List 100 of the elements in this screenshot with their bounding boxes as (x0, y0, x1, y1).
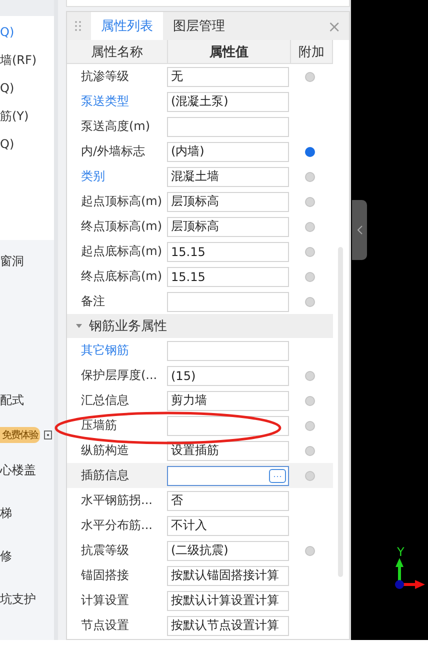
attach-radio[interactable] (305, 196, 315, 206)
attach-radio[interactable] (305, 296, 315, 306)
property-name: 终点顶标高(m) (80, 218, 164, 235)
property-row[interactable]: 锚固搭接 按默认锚固搭接计算 (67, 563, 333, 588)
value-field[interactable]: 15.15 (167, 266, 289, 286)
section-title: 钢筋业务属性 (89, 318, 167, 335)
value-field[interactable]: 15.15 (167, 242, 289, 262)
property-name: 纵筋构造 (80, 442, 130, 459)
property-row[interactable]: 起点底标高(m) 15.15 (67, 239, 333, 264)
more-button[interactable]: ··· (269, 468, 286, 482)
property-name: 水平分布筋... (80, 517, 154, 534)
value-field[interactable] (167, 416, 289, 436)
column-header: 属性值 (168, 40, 292, 63)
attach-radio[interactable] (305, 246, 315, 256)
panel-tab[interactable]: 属性列表 (91, 12, 163, 40)
value-field[interactable]: (15) (167, 366, 289, 386)
axis-gizmo-drawing (395, 556, 425, 590)
property-row[interactable]: 水平钢筋拐... 否 (67, 488, 333, 513)
attach-radio[interactable] (305, 272, 315, 282)
property-name: 压墙筋 (80, 417, 118, 434)
property-row[interactable]: 起点顶标高(m) 层顶标高 (67, 189, 333, 214)
property-row[interactable]: 节点设置 按默认节点设置计算 (67, 613, 333, 638)
value-field[interactable]: 按默认锚固搭接计算 (167, 566, 289, 586)
column-header: 附加 (291, 40, 333, 63)
value-field[interactable] (167, 340, 289, 360)
scrollbar-thumb[interactable] (338, 247, 343, 577)
attach-radio[interactable] (305, 420, 315, 430)
value-field[interactable] (167, 292, 289, 312)
attach-radio[interactable] (305, 446, 315, 456)
value-field[interactable]: 无 (167, 66, 289, 86)
trial-badge[interactable]: 免费体验 (0, 427, 40, 443)
property-link[interactable]: 泵送类型 (67, 93, 167, 110)
value-field[interactable]: 按默认计算设置计算 (167, 590, 289, 610)
value-field[interactable]: 不计入 (167, 516, 289, 536)
sidebar-item[interactable]: 梯 (0, 504, 54, 522)
property-row[interactable]: 终点底标高(m) 15.15 (67, 264, 333, 289)
attach-radio[interactable] (305, 396, 315, 406)
property-row[interactable]: 压墙筋 (67, 413, 333, 438)
attach-radio[interactable] (305, 470, 315, 480)
sidebar-item[interactable]: Q) (0, 136, 54, 153)
property-name: 终点底标高(m) (80, 268, 164, 285)
property-row[interactable]: 泵送类型 (混凝土泵) (67, 89, 333, 114)
sidebar-item[interactable]: 筋(Y) (0, 108, 54, 125)
value-field[interactable]: 剪力墙 (167, 390, 289, 410)
sidebar-item[interactable]: 窗洞 (0, 252, 54, 270)
collapse-tab[interactable] (352, 200, 367, 260)
drag-handle-icon[interactable] (75, 20, 81, 32)
property-row[interactable]: 抗震等级 (二级抗震) (67, 538, 333, 563)
sidebar-item[interactable]: 墙(RF) (0, 52, 54, 69)
value-field[interactable]: (混凝土泵) (167, 92, 289, 112)
property-name: 起点底标高(m) (80, 243, 164, 260)
attach-radio[interactable] (305, 146, 315, 156)
panel-tab[interactable]: 图层管理 (163, 12, 235, 40)
property-row[interactable]: 备注 (67, 289, 333, 314)
attach-radio[interactable] (305, 222, 315, 232)
property-row[interactable]: 插筋信息 ··· (67, 463, 333, 488)
property-row[interactable]: 计算设置 按默认计算设置计算 (67, 588, 333, 613)
property-row[interactable]: 内/外墙标志 (内墙) (67, 139, 333, 164)
property-row[interactable]: 类别 混凝土墙 (67, 164, 333, 189)
property-link[interactable]: 类别 (67, 168, 167, 185)
property-name: 起点顶标高(m) (80, 193, 164, 210)
property-name: 内/外墙标志 (80, 143, 146, 160)
property-name: 备注 (80, 293, 106, 310)
collapse-triangle-icon[interactable] (75, 322, 83, 330)
property-name: 抗渗等级 (80, 68, 130, 85)
attach-radio[interactable] (305, 172, 315, 182)
sidebar-item[interactable]: Q) (0, 24, 54, 41)
property-name: 汇总信息 (80, 392, 130, 409)
section-header[interactable]: 钢筋业务属性 (67, 314, 333, 338)
property-row[interactable]: 汇总信息 剪力墙 (67, 388, 333, 413)
property-row[interactable]: 保护层厚度(... (15) (67, 363, 333, 388)
value-field[interactable]: 层顶标高 (167, 192, 289, 212)
attach-radio[interactable] (305, 72, 315, 82)
value-field[interactable]: 层顶标高 (167, 216, 289, 236)
value-field[interactable]: 设置插筋 (167, 440, 289, 460)
sidebar-item[interactable]: 修 (0, 547, 54, 565)
sidebar-item[interactable]: 坑支护 (0, 590, 54, 608)
property-row[interactable]: 纵筋构造 设置插筋 (67, 438, 333, 463)
value-field[interactable]: 否 (167, 490, 289, 510)
chevron-left-icon (356, 225, 362, 235)
value-field[interactable]: ··· (167, 466, 289, 486)
sidebar-item[interactable]: Q) (0, 80, 54, 97)
property-name: 计算设置 (80, 592, 130, 609)
value-field[interactable]: 混凝土墙 (167, 166, 289, 186)
property-row[interactable]: 终点顶标高(m) 层顶标高 (67, 214, 333, 239)
property-name: 水平钢筋拐... (80, 492, 154, 509)
property-row[interactable]: 水平分布筋... 不计入 (67, 513, 333, 538)
property-name: 节点设置 (80, 617, 130, 634)
sidebar-item[interactable]: 心楼盖 (0, 461, 54, 479)
value-field[interactable] (167, 116, 289, 136)
property-row[interactable]: 其它钢筋 (67, 338, 333, 363)
sidebar-item[interactable]: 配式 (0, 391, 54, 409)
value-field[interactable]: 按默认节点设置计算 (167, 616, 289, 636)
attach-radio[interactable] (305, 370, 315, 380)
property-link[interactable]: 其它钢筋 (67, 342, 167, 359)
property-row[interactable]: 泵送高度(m) (67, 114, 333, 139)
attach-radio[interactable] (305, 546, 315, 556)
property-row[interactable]: 抗渗等级 无 (67, 64, 333, 89)
value-field[interactable]: (二级抗震) (167, 540, 289, 560)
value-field[interactable]: (内墙) (167, 142, 289, 162)
